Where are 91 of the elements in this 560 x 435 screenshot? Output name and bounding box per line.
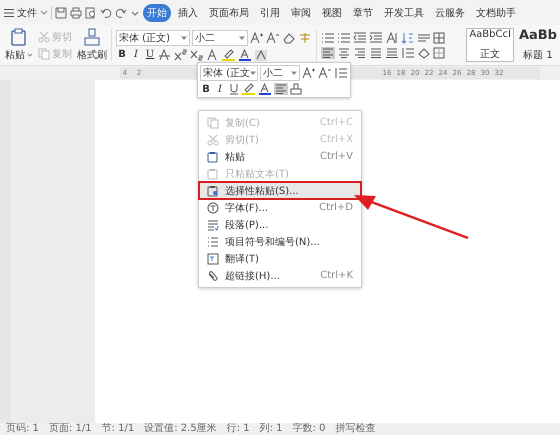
menu-item[interactable]: 字体(F)... Ctrl+D	[199, 199, 361, 216]
format-button[interactable]: B	[116, 49, 128, 60]
distribute-icon[interactable]	[385, 46, 399, 58]
align-left-icon[interactable]	[321, 46, 335, 58]
paragraph-icon[interactable]	[207, 218, 219, 230]
font-size-select[interactable]: 小二	[192, 30, 248, 46]
format-button[interactable]: U	[144, 49, 156, 60]
status-text: 页码: 1	[6, 423, 39, 435]
table-icon[interactable]	[433, 32, 445, 44]
menu-item[interactable]: 粘贴 Ctrl+V	[199, 148, 361, 165]
format-painter-button[interactable]: 格式刷	[77, 48, 107, 62]
circled-t-icon[interactable]	[207, 202, 219, 214]
strikethrough-icon[interactable]	[158, 48, 172, 60]
shrink-font-icon[interactable]	[266, 32, 280, 44]
show-marks-icon[interactable]	[417, 32, 431, 44]
ribbon-tab[interactable]: 视图	[318, 4, 346, 22]
translate-icon[interactable]	[207, 252, 219, 264]
paintbrush-icon[interactable]	[290, 83, 302, 95]
menu-item[interactable]: 段落(P)...	[199, 216, 361, 233]
underline-icon[interactable]	[228, 83, 240, 95]
save-icon[interactable]	[55, 6, 67, 18]
print-preview-icon[interactable]	[85, 6, 97, 18]
clipboard-icon[interactable]	[207, 150, 219, 162]
ribbon-tab[interactable]: 文档助手	[472, 4, 520, 22]
paperclip-icon[interactable]	[207, 270, 219, 282]
chevron-down-icon	[27, 52, 33, 58]
font-select[interactable]: 宋体 (正文)	[116, 30, 190, 46]
font-size-select[interactable]: 小二	[260, 65, 300, 81]
highlighter-icon[interactable]	[242, 83, 256, 95]
menu-item[interactable]: 超链接(H)... Ctrl+K	[199, 267, 361, 284]
bullets-icon[interactable]	[321, 32, 335, 44]
ribbon-tab[interactable]: 开始	[143, 4, 171, 22]
dropdown-arrow-icon	[239, 34, 245, 40]
subscript-icon[interactable]	[190, 48, 204, 60]
superscript-icon[interactable]	[174, 48, 188, 60]
align-right-icon[interactable]	[353, 46, 367, 58]
shrink-font-icon[interactable]	[318, 67, 332, 79]
status-text: 页面: 1/1	[48, 423, 92, 435]
ribbon-tab[interactable]: 页面布局	[205, 4, 253, 22]
line-spacing-icon[interactable]	[334, 67, 348, 79]
ribbon-tab[interactable]: 云服务	[431, 4, 469, 22]
menu-item[interactable]: 选择性粘贴(S)...	[199, 182, 361, 199]
menu-icon	[4, 8, 14, 18]
status-text: 节: 1/1	[102, 423, 134, 435]
eraser-icon[interactable]	[282, 32, 296, 44]
highlighter-icon[interactable]	[222, 48, 236, 60]
menu-item[interactable]: 翻译(T)	[199, 250, 361, 267]
ribbon-tab[interactable]: 插入	[174, 4, 202, 22]
status-text: 行: 1	[226, 423, 250, 435]
style-gallery-item[interactable]: AaBb 标题 1	[516, 28, 559, 62]
status-text: 拼写检查	[335, 423, 376, 435]
format-button[interactable]: B	[200, 84, 212, 94]
paintbrush-icon[interactable]	[83, 28, 101, 46]
status-text: 设置值: 2.5厘米	[144, 423, 217, 435]
grow-font-icon[interactable]	[250, 32, 264, 44]
chevron-down-icon	[40, 8, 48, 16]
shading-icon[interactable]	[417, 46, 431, 58]
justify-icon[interactable]	[369, 46, 383, 58]
style-gallery-item[interactable]: AaBbCcI 正文	[466, 28, 514, 62]
format-button[interactable]: I	[214, 84, 226, 94]
redo-icon[interactable]	[115, 6, 127, 18]
sort-icon[interactable]	[401, 32, 415, 44]
dropdown-arrow-icon	[181, 34, 187, 40]
clipboard-icon[interactable]	[207, 184, 219, 196]
font-color-icon[interactable]	[258, 83, 272, 95]
decrease-indent-icon[interactable]	[353, 32, 367, 44]
font-select[interactable]: 宋体 (正文	[200, 65, 258, 81]
dropdown-arrow-icon	[250, 70, 256, 76]
line-spacing-icon[interactable]	[401, 46, 415, 58]
menu-item[interactable]: 项目符号和编号(N)...	[199, 233, 361, 250]
print-icon[interactable]	[70, 6, 82, 18]
increase-indent-icon[interactable]	[369, 32, 383, 44]
undo-icon[interactable]	[100, 6, 112, 18]
paste-button[interactable]: 粘贴	[5, 48, 33, 62]
ribbon-tab[interactable]: 开发工具	[380, 4, 428, 22]
file-menu[interactable]: 文件	[4, 6, 48, 20]
numbering-icon[interactable]	[337, 32, 351, 44]
align-left-icon[interactable]	[274, 83, 288, 95]
font-color-icon[interactable]	[238, 48, 252, 60]
align-center-icon[interactable]	[337, 46, 351, 58]
list-icon[interactable]	[207, 236, 219, 248]
ribbon-tab[interactable]: 审阅	[287, 4, 315, 22]
borders-icon[interactable]	[433, 46, 445, 58]
dropdown-arrow-icon	[291, 70, 297, 76]
ribbon-tab[interactable]: 引用	[256, 4, 284, 22]
status-text: 列: 1	[260, 423, 283, 435]
format-button[interactable]: I	[130, 49, 142, 60]
grow-font-icon[interactable]	[302, 67, 316, 79]
ribbon-tab[interactable]: 章节	[349, 4, 377, 22]
text-direction-icon[interactable]	[385, 32, 399, 44]
clipboard-icon[interactable]	[10, 28, 28, 46]
